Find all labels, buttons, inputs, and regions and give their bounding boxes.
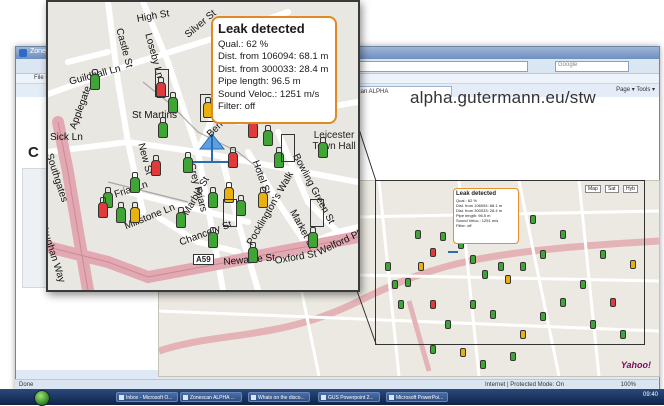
- marker-cap: [160, 117, 166, 123]
- logger-marker-icon[interactable]: [130, 172, 140, 193]
- marker-cap: [132, 202, 138, 208]
- logger-frame: [281, 134, 295, 162]
- marker-cap: [265, 125, 271, 131]
- logger-marker-icon[interactable]: [263, 125, 273, 146]
- callout-sound-velocity: Sound Veloc.: 1251 m/s: [218, 88, 320, 100]
- logger-marker-icon[interactable]: [90, 69, 100, 90]
- marker-cap: [105, 187, 111, 193]
- marker-cap: [170, 92, 176, 98]
- task-button[interactable]: Inbox - Microsoft O...: [116, 392, 178, 402]
- street-label: Sick Ln: [50, 132, 83, 143]
- logger-marker-icon[interactable]: [116, 202, 126, 223]
- callout-filter: Filter: off: [218, 101, 256, 113]
- logger-marker-icon[interactable]: [236, 195, 246, 216]
- marker-cap: [178, 207, 184, 213]
- marker-cap: [310, 227, 316, 233]
- taskbar: Inbox - Microsoft O... Zonescan ALPHA ..…: [0, 389, 664, 406]
- logger-marker-icon[interactable]: [258, 187, 268, 208]
- callout-pipe-length: Pipe length: 96.5 m: [218, 76, 301, 88]
- status-text: Done: [19, 382, 34, 388]
- task-button[interactable]: Zonescan ALPHA ...: [180, 392, 242, 402]
- marker-cap: [132, 172, 138, 178]
- marker-cap: [238, 195, 244, 201]
- logger-frame: [223, 199, 237, 227]
- logger-marker-icon[interactable]: [158, 117, 168, 138]
- logger-marker-icon[interactable]: [151, 155, 161, 176]
- logger-marker-icon[interactable]: [183, 152, 193, 173]
- marker-cap: [226, 182, 232, 188]
- callout-title: Leak detected: [218, 21, 305, 36]
- logger-marker-icon[interactable]: [176, 207, 186, 228]
- logger-frame: [310, 199, 324, 227]
- marker-cap: [250, 242, 256, 248]
- marker-cap: [260, 187, 266, 193]
- logger-marker-icon[interactable]: [248, 242, 258, 263]
- task-button[interactable]: Whats on the disco...: [248, 392, 310, 402]
- logger-marker-icon[interactable]: [168, 92, 178, 113]
- marker-cap: [210, 187, 216, 193]
- marker-cap: [230, 147, 236, 153]
- logger-marker-icon[interactable]: [208, 227, 218, 248]
- marker-cap: [320, 137, 326, 143]
- logger-marker-icon[interactable]: [98, 197, 108, 218]
- start-button[interactable]: [34, 390, 50, 406]
- logger-marker-icon[interactable]: [248, 117, 258, 138]
- task-button[interactable]: Microsoft PowerPoi...: [386, 392, 448, 402]
- marker-cap: [210, 227, 216, 233]
- marker-cap: [92, 69, 98, 75]
- callout-dist-1: Dist. from 106094: 68.1 m: [218, 51, 329, 63]
- callout-quality: Qual.: 62 %: [218, 39, 269, 50]
- marker-cap: [153, 155, 159, 161]
- logger-marker-icon[interactable]: [130, 202, 140, 223]
- tray-clock: 09:40: [642, 392, 658, 398]
- logger-marker-icon[interactable]: [308, 227, 318, 248]
- leak-detected-callout: Leak detected Qual.: 62 % Dist. from 106…: [211, 16, 337, 124]
- logger-marker-icon[interactable]: [208, 187, 218, 208]
- marker-cap: [185, 152, 191, 158]
- road-sign-a59: A59: [193, 254, 214, 265]
- logger-marker-icon[interactable]: [318, 137, 328, 158]
- logger-frame: [155, 69, 169, 97]
- task-button[interactable]: GUS Powerpoint 2...: [318, 392, 380, 402]
- logger-marker-icon[interactable]: [228, 147, 238, 168]
- marker-cap: [118, 202, 124, 208]
- marker-cap: [100, 197, 106, 203]
- callout-dist-2: Dist. from 300033: 28.4 m: [218, 63, 329, 75]
